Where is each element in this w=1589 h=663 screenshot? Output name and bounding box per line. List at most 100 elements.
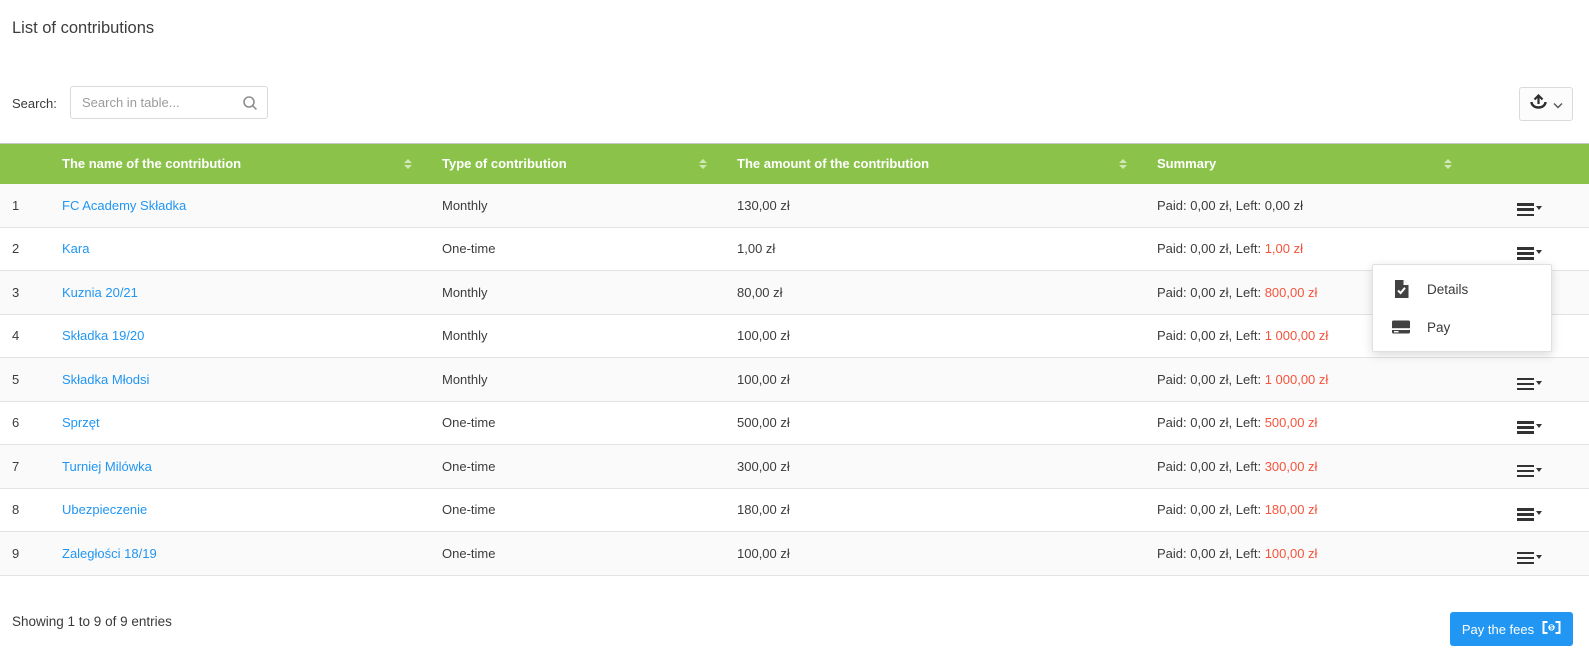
summary-paid-text: Paid: 0,00 zł, Left: <box>1157 371 1265 387</box>
column-header-label: Type of contribution <box>442 156 567 172</box>
contribution-amount: 130,00 zł <box>725 183 1145 228</box>
contributions-table: The name of the contribution Type of con… <box>0 143 1589 576</box>
row-index: 7 <box>0 444 50 489</box>
column-header-summary[interactable]: Summary <box>1145 143 1470 184</box>
pay-the-fees-button[interactable]: Pay the fees $ <box>1450 612 1573 646</box>
caret-down-icon <box>1536 380 1542 385</box>
row-actions-button[interactable] <box>1517 551 1542 565</box>
table-row: 2 Kara One-time 1,00 zł Paid: 0,00 zł, L… <box>0 227 1589 271</box>
column-header-label: Summary <box>1157 156 1217 172</box>
contribution-type: One-time <box>430 488 725 532</box>
summary-paid-text: Paid: 0,00 zł, Left: <box>1157 545 1265 561</box>
document-check-icon <box>1392 280 1410 298</box>
menu-item-details[interactable]: Details <box>1373 270 1551 308</box>
summary-left-value: 1 000,00 zł <box>1264 328 1329 344</box>
summary-left-value: 1,00 zł <box>1264 241 1303 257</box>
contribution-type: One-time <box>430 444 725 489</box>
row-actions-button[interactable] <box>1517 202 1542 217</box>
row-index: 4 <box>0 314 50 358</box>
summary-paid-text: Paid: 0,00 zł, Left: <box>1157 197 1265 213</box>
contribution-amount: 80,00 zł <box>725 270 1145 315</box>
row-actions-cell <box>1470 531 1589 576</box>
summary-paid-text: Paid: 0,00 zł, Left: <box>1157 241 1265 257</box>
contribution-type: Monthly <box>430 314 725 358</box>
summary-left-value: 180,00 zł <box>1264 502 1318 518</box>
caret-down-icon <box>1536 250 1542 255</box>
sort-icon <box>1444 158 1452 169</box>
row-index: 1 <box>0 183 50 228</box>
summary-paid-text: Paid: 0,00 zł, Left: <box>1157 328 1265 344</box>
column-header-index <box>0 143 50 184</box>
contribution-name-link[interactable]: Kara <box>62 241 89 256</box>
contribution-type: One-time <box>430 227 725 271</box>
row-actions-button[interactable] <box>1517 464 1542 478</box>
pay-the-fees-label: Pay the fees <box>1461 621 1535 637</box>
contribution-summary: Paid: 0,00 zł, Left: 500,00 zł <box>1145 401 1470 445</box>
table-row: 4 Składka 19/20 Monthly 100,00 zł Paid: … <box>0 314 1589 358</box>
row-actions-cell <box>1470 183 1589 228</box>
contribution-name-link[interactable]: Kuznia 20/21 <box>62 285 138 300</box>
banknote-icon: $ <box>1542 621 1561 637</box>
contribution-name-link[interactable]: Zaległości 18/19 <box>62 546 157 561</box>
contribution-amount: 100,00 zł <box>725 357 1145 402</box>
column-header-actions <box>1470 143 1589 184</box>
hamburger-icon <box>1517 551 1534 565</box>
svg-text:$: $ <box>1550 625 1554 632</box>
hamburger-icon <box>1517 202 1534 217</box>
column-header-type[interactable]: Type of contribution <box>430 143 725 184</box>
table-row: 5 Składka Młodsi Monthly 100,00 zł Paid:… <box>0 357 1589 402</box>
export-button[interactable] <box>1519 87 1573 121</box>
summary-left-value: 800,00 zł <box>1264 284 1318 300</box>
table-row: 6 Sprzęt One-time 500,00 zł Paid: 0,00 z… <box>0 401 1589 445</box>
column-header-name[interactable]: The name of the contribution <box>50 143 430 184</box>
summary-paid-text: Paid: 0,00 zł, Left: <box>1157 284 1265 300</box>
summary-left-value: 1 000,00 zł <box>1264 371 1329 387</box>
contribution-name-cell: FC Academy Składka <box>50 183 430 228</box>
row-actions-button[interactable] <box>1517 420 1542 434</box>
row-actions-button[interactable] <box>1517 507 1542 521</box>
contribution-name-link[interactable]: Sprzęt <box>62 415 100 430</box>
contribution-summary: Paid: 0,00 zł, Left: 100,00 zł <box>1145 531 1470 576</box>
row-index: 9 <box>0 531 50 576</box>
table-row: 7 Turniej Milówka One-time 300,00 zł Pai… <box>0 444 1589 489</box>
row-actions-cell <box>1470 488 1589 532</box>
summary-paid-text: Paid: 0,00 zł, Left: <box>1157 415 1265 431</box>
row-actions-cell <box>1470 444 1589 489</box>
contribution-name-link[interactable]: Składka Młodsi <box>62 372 149 387</box>
contribution-name-cell: Sprzęt <box>50 401 430 445</box>
row-index: 5 <box>0 357 50 402</box>
caret-down-icon <box>1536 206 1542 211</box>
contribution-name-link[interactable]: FC Academy Składka <box>62 198 186 213</box>
hamburger-icon <box>1517 464 1534 478</box>
contribution-amount: 180,00 zł <box>725 488 1145 532</box>
contribution-name-link[interactable]: Turniej Milówka <box>62 459 152 474</box>
column-header-amount[interactable]: The amount of the contribution <box>725 143 1145 184</box>
contribution-amount: 500,00 zł <box>725 401 1145 445</box>
search-input[interactable] <box>71 87 267 118</box>
row-actions-button[interactable] <box>1517 246 1542 260</box>
menu-item-label: Details <box>1427 281 1469 297</box>
contribution-amount: 300,00 zł <box>725 444 1145 489</box>
table-row: 9 Zaległości 18/19 One-time 100,00 zł Pa… <box>0 531 1589 576</box>
row-actions-cell <box>1470 357 1589 402</box>
row-actions-menu: Details Pay <box>1372 264 1552 352</box>
sort-icon <box>1119 158 1127 169</box>
contribution-summary: Paid: 0,00 zł, Left: 1 000,00 zł <box>1145 357 1470 402</box>
contribution-name-cell: Składka 19/20 <box>50 314 430 358</box>
contribution-name-link[interactable]: Ubezpieczenie <box>62 502 147 517</box>
contribution-name-cell: Ubezpieczenie <box>50 488 430 532</box>
menu-item-label: Pay <box>1427 319 1451 335</box>
contribution-name-link[interactable]: Składka 19/20 <box>62 328 144 343</box>
hamburger-icon <box>1517 420 1534 434</box>
contribution-name-cell: Składka Młodsi <box>50 357 430 402</box>
summary-left-value: 100,00 zł <box>1264 545 1318 561</box>
caret-down-icon <box>1536 511 1542 516</box>
row-actions-button[interactable] <box>1517 377 1542 391</box>
contribution-name-cell: Kara <box>50 227 430 271</box>
entries-info: Showing 1 to 9 of 9 entries <box>12 614 172 629</box>
contribution-amount: 100,00 zł <box>725 531 1145 576</box>
caret-down-icon <box>1536 467 1542 472</box>
summary-paid-text: Paid: 0,00 zł, Left: <box>1157 502 1265 518</box>
menu-item-pay[interactable]: Pay <box>1373 308 1551 346</box>
contribution-name-cell: Turniej Milówka <box>50 444 430 489</box>
